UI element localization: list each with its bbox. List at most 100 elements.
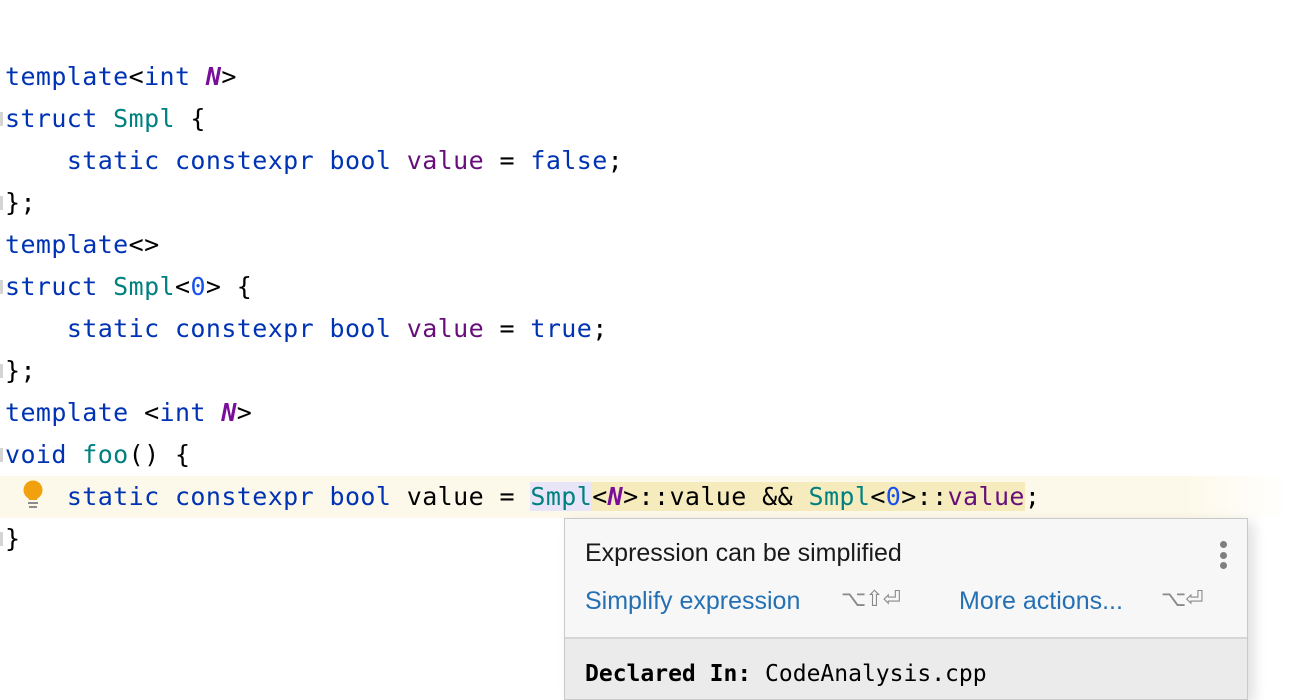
code-token: Smpl (113, 104, 175, 133)
code-text: void foo() { (5, 434, 190, 476)
code-token: N (205, 62, 222, 91)
code-text: }; (5, 350, 36, 392)
fold-marker[interactable] (0, 112, 3, 126)
code-token: 0 (885, 482, 902, 511)
code-token: template (5, 62, 129, 91)
code-token: bool (329, 314, 392, 343)
dot (1219, 562, 1227, 569)
code-token: value = (391, 482, 531, 511)
code-token: } (5, 524, 21, 553)
code-line[interactable]: static constexpr bool value = true; (0, 308, 1290, 350)
more-actions-shortcut: ⌥⏎ (1161, 587, 1204, 612)
code-token: = (484, 314, 531, 343)
code-line[interactable]: }; (0, 350, 1290, 392)
fold-marker[interactable] (0, 532, 3, 546)
code-line[interactable]: template<int N> (0, 56, 1290, 98)
code-text: struct Smpl<0> { (5, 266, 252, 308)
code-token: Smpl (113, 272, 175, 301)
code-token: { (174, 104, 206, 133)
simplify-shortcut: ⌥⇧⏎ (841, 587, 901, 612)
code-line[interactable]: struct Smpl<0> { (0, 266, 1290, 308)
inspection-popup: Expression can be simplified Simplify ex… (564, 518, 1248, 700)
code-token: 0 (190, 272, 206, 301)
code-token: N (607, 482, 624, 511)
code-token: false (530, 146, 608, 175)
fold-marker[interactable] (0, 280, 3, 294)
code-token: value (406, 146, 485, 175)
code-token: true (530, 314, 593, 343)
code-token: >::value && (623, 482, 809, 511)
code-token: foo (82, 440, 129, 469)
code-token: }; (5, 356, 36, 385)
code-token: < (128, 398, 160, 427)
code-token: < (870, 482, 886, 511)
code-token: N (221, 398, 237, 427)
code-token: static (66, 482, 160, 511)
code-token: struct (5, 104, 98, 133)
code-token: ; (1024, 482, 1041, 511)
code-line[interactable]: }; (0, 182, 1290, 224)
code-token: constexpr (174, 314, 315, 343)
more-options-icon[interactable] (1219, 541, 1227, 569)
code-token: ; (592, 314, 608, 343)
code-token: struct (5, 272, 98, 301)
code-line[interactable]: template <int N> (0, 392, 1290, 434)
code-editor[interactable]: template<int N> struct Smpl { static cons… (0, 0, 1290, 700)
code-token: = (484, 146, 531, 175)
code-text: } (5, 518, 20, 560)
code-text: }; (5, 182, 36, 224)
code-text: template<int N> (5, 56, 237, 98)
more-actions-link[interactable]: More actions... (959, 587, 1123, 616)
code-token: static (66, 146, 160, 175)
code-token: }; (5, 188, 36, 217)
code-text: static constexpr bool value = true; (5, 308, 608, 350)
declared-label: Declared In: (585, 661, 752, 687)
code-line[interactable]: void foo() { (0, 434, 1290, 476)
code-line[interactable]: template<> (0, 224, 1290, 266)
declared-in: Declared In: CodeAnalysis.cpp (585, 661, 987, 687)
code-token: > { (205, 272, 253, 301)
code-token: < (128, 62, 145, 91)
code-token: bool (329, 146, 392, 175)
code-line[interactable]: static constexpr bool value = false; (0, 140, 1290, 182)
popup-title: Expression can be simplified (585, 539, 902, 567)
code-token: > (236, 398, 253, 427)
fold-marker[interactable] (0, 448, 3, 462)
code-token: template (5, 230, 129, 259)
dot (1219, 551, 1227, 559)
code-token: value (947, 482, 1025, 511)
fold-marker[interactable] (0, 364, 3, 378)
code-token: bool (329, 482, 392, 511)
declared-file[interactable]: CodeAnalysis.cpp (765, 661, 987, 687)
code-token: >:: (901, 482, 948, 511)
code-token: ; (607, 146, 624, 175)
dot (1219, 541, 1227, 548)
code-token: < (592, 482, 608, 511)
fold-marker[interactable] (0, 196, 3, 210)
popup-footer: Declared In: CodeAnalysis.cpp (565, 639, 1247, 699)
code-token: value (406, 314, 485, 343)
lightbulb-icon[interactable] (20, 480, 46, 510)
code-line[interactable]: struct Smpl { (0, 98, 1290, 140)
code-text: static constexpr bool value = Smpl<N>::v… (5, 476, 1040, 518)
code-token: > (221, 62, 237, 91)
simplify-expression-link[interactable]: Simplify expression (585, 587, 800, 616)
code-token: void (5, 440, 67, 469)
code-line-current[interactable]: static constexpr bool value = Smpl<N>::v… (0, 476, 1290, 518)
code-token: Smpl (808, 482, 871, 511)
code-token: < (174, 272, 191, 301)
code-token: <> (128, 230, 160, 259)
code-token: static (66, 314, 160, 343)
